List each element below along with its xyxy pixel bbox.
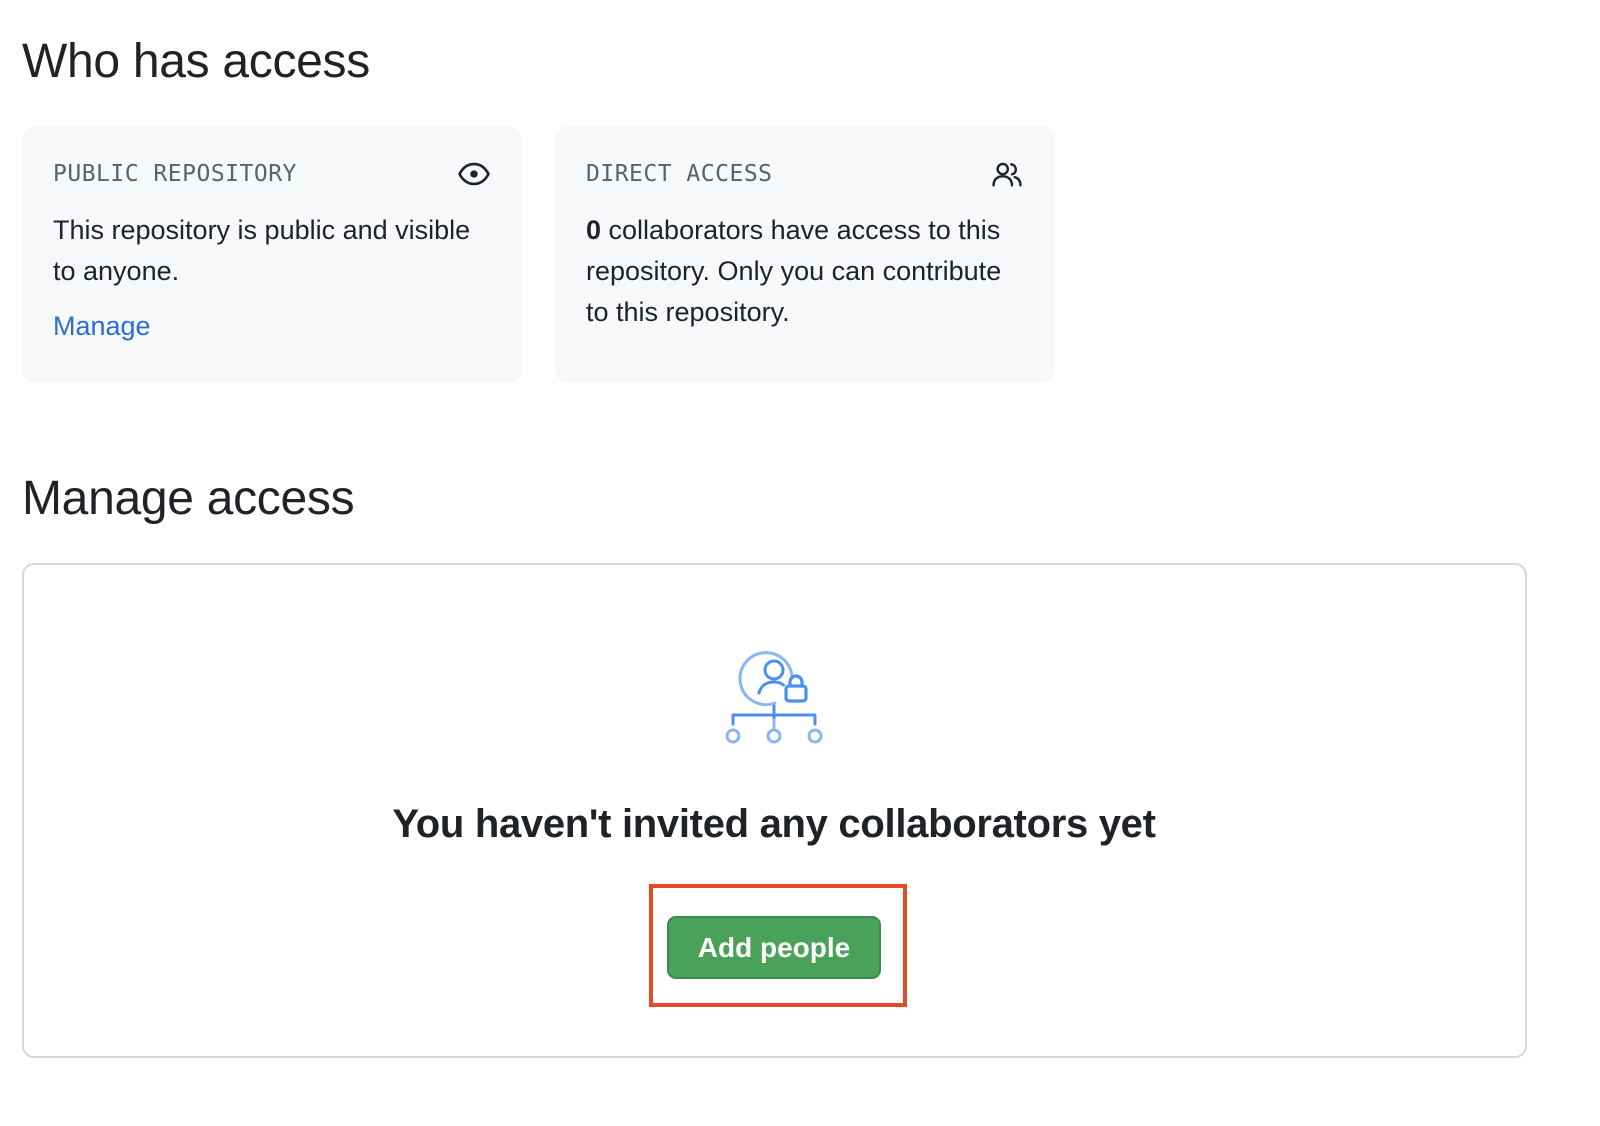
manage-visibility-link[interactable]: Manage [53,311,151,342]
card-header: PUBLIC REPOSITORY [53,158,491,190]
eye-icon [457,157,491,191]
public-repository-label: PUBLIC REPOSITORY [53,161,297,187]
add-people-button[interactable]: Add people [667,916,881,979]
person-lock-network-icon [722,648,826,748]
direct-access-card: DIRECT ACCESS 0 collaborators have acces… [555,126,1055,383]
who-has-access-heading: Who has access [22,35,370,88]
people-icon [990,157,1024,191]
page: Who has access PUBLIC REPOSITORY This re… [0,0,1600,1126]
direct-access-description: 0 collaborators have access to this repo… [586,210,1024,333]
direct-access-text: collaborators have access to this reposi… [586,215,1002,327]
empty-state-title: You haven't invited any collaborators ye… [392,802,1156,846]
manage-access-heading: Manage access [22,472,355,525]
public-repository-card: PUBLIC REPOSITORY This repository is pub… [22,126,522,383]
collaborator-count: 0 [586,215,602,245]
card-header: DIRECT ACCESS [586,158,1024,190]
public-repository-description: This repository is public and visible to… [53,215,471,286]
direct-access-label: DIRECT ACCESS [586,161,773,187]
